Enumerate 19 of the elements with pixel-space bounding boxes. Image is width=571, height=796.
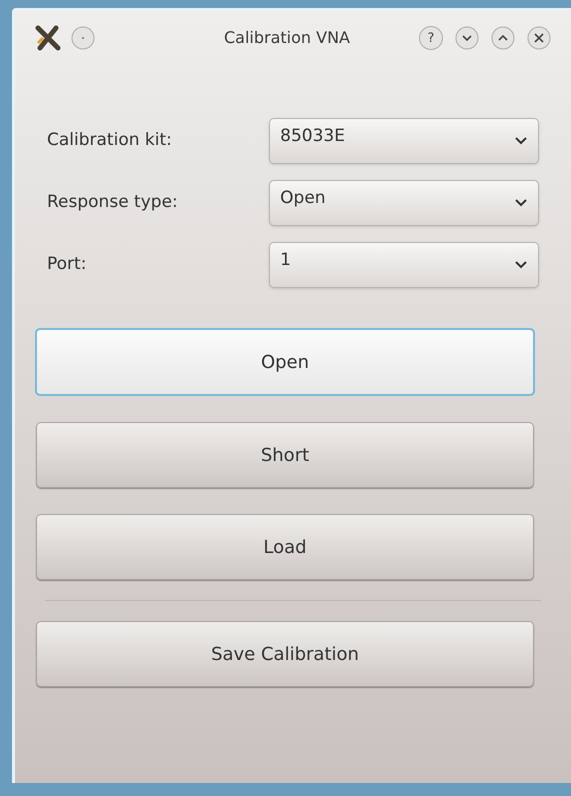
field-label: Response type: <box>47 191 179 214</box>
chevron-down-icon <box>514 260 528 270</box>
field-label: Calibration kit: <box>47 129 173 152</box>
dropdown[interactable]: 1 <box>269 242 539 288</box>
push-button[interactable]: Load <box>36 514 534 580</box>
window-title: Calibration VNA <box>223 27 351 49</box>
dropdown[interactable]: 85033E <box>269 118 539 164</box>
close-icon[interactable] <box>527 26 551 50</box>
app-icon <box>35 25 61 51</box>
chevron-down-icon <box>514 136 528 146</box>
maximize-icon[interactable] <box>491 26 515 50</box>
chevron-down-icon <box>514 198 528 208</box>
push-button[interactable]: Save Calibration <box>36 621 534 687</box>
push-button[interactable]: Short <box>36 422 534 488</box>
field-label: Port: <box>47 253 88 276</box>
push-button[interactable]: Open <box>35 328 535 396</box>
dropdown[interactable]: Open <box>269 180 539 226</box>
help-button[interactable]: ? <box>419 26 443 50</box>
minimize-icon[interactable] <box>455 26 479 50</box>
